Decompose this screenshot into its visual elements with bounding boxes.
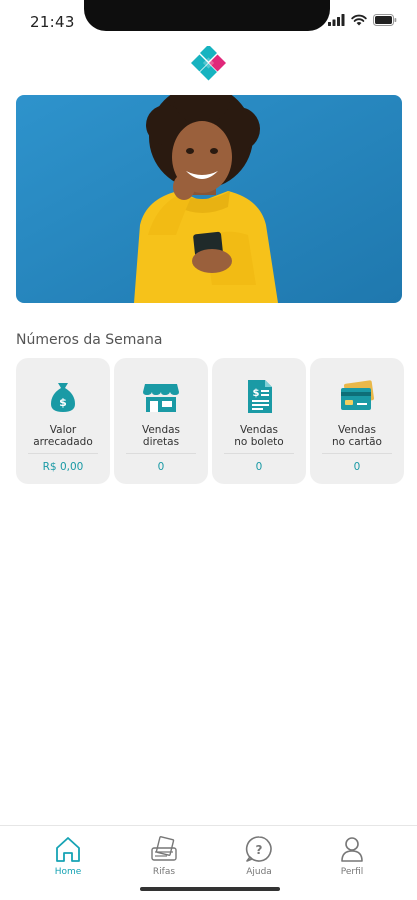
nav-label: Ajuda <box>246 867 272 877</box>
app-logo <box>191 46 226 81</box>
card-label: Vendas diretas <box>141 424 181 448</box>
nav-label: Perfil <box>340 867 364 877</box>
card-label: Vendas no cartão <box>332 424 382 448</box>
section-title: Números da Semana <box>16 332 163 348</box>
svg-text:?: ? <box>256 843 263 857</box>
weekly-stats: $ Valor arrecadado R$ 0,00 Vendas direta… <box>16 358 404 484</box>
svg-text:$: $ <box>253 388 260 399</box>
home-indicator[interactable] <box>140 887 280 891</box>
stat-card-vendas-diretas[interactable]: Vendas diretas 0 <box>114 358 208 484</box>
nav-label: Rifas <box>152 867 176 877</box>
help-icon: ? <box>245 836 272 862</box>
battery-icon <box>373 14 397 26</box>
card-value: 0 <box>255 461 263 473</box>
nav-item-home[interactable]: Home <box>38 834 98 877</box>
stat-card-vendas-boleto[interactable]: $ Vendas no boleto 0 <box>212 358 306 484</box>
home-icon <box>56 837 80 862</box>
stat-card-valor-arrecadado[interactable]: $ Valor arrecadado R$ 0,00 <box>16 358 110 484</box>
signal-icon <box>328 14 345 26</box>
invoice-icon: $ <box>248 380 272 413</box>
banner-photo <box>16 95 402 303</box>
camera-notch <box>84 0 330 31</box>
status-time: 21:43 <box>30 13 75 31</box>
svg-text:$: $ <box>59 396 67 409</box>
card-divider <box>322 453 392 454</box>
nav-item-perfil[interactable]: Perfil <box>322 834 382 877</box>
status-bar: 21:43 <box>0 0 417 44</box>
nav-item-rifas[interactable]: Rifas <box>134 834 194 877</box>
money-bag-icon: $ <box>51 383 75 412</box>
credit-card-icon <box>341 380 374 410</box>
storefront-icon <box>143 384 179 412</box>
card-value: 0 <box>157 461 165 473</box>
profile-icon <box>341 837 363 862</box>
promo-banner[interactable] <box>16 95 402 303</box>
card-divider <box>224 453 294 454</box>
ticket-icon <box>151 836 177 861</box>
status-icons <box>328 14 397 26</box>
card-value: R$ 0,00 <box>42 461 84 473</box>
stat-card-vendas-cartao[interactable]: Vendas no cartão 0 <box>310 358 404 484</box>
card-label: Valor arrecadado <box>33 424 93 448</box>
nav-item-ajuda[interactable]: ? Ajuda <box>229 834 289 877</box>
card-divider <box>126 453 196 454</box>
card-value: 0 <box>353 461 361 473</box>
card-label: Vendas no boleto <box>234 424 284 448</box>
nav-label: Home <box>54 867 82 877</box>
wifi-icon <box>351 14 367 26</box>
card-divider <box>28 453 98 454</box>
